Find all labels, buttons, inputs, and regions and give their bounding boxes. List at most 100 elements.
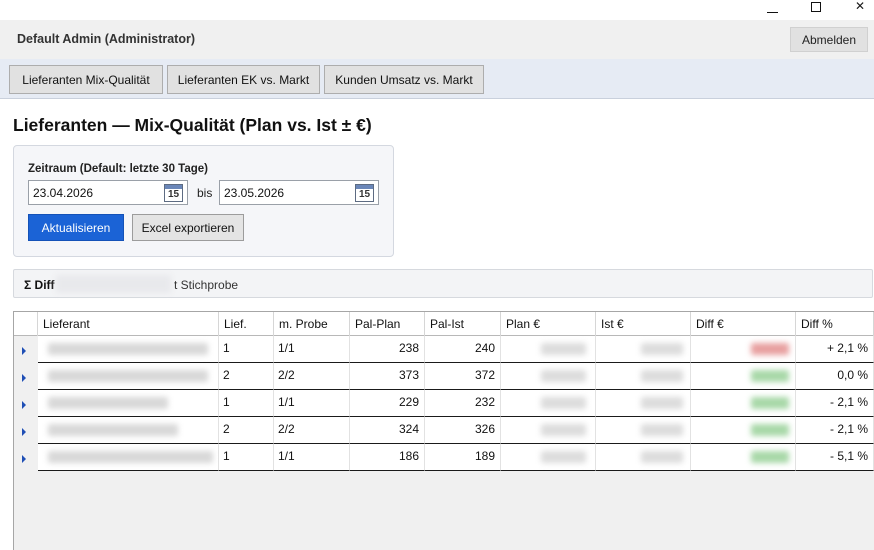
cell-diff-pct[interactable]: + 2,1 % (796, 336, 874, 363)
redacted-diff-value (751, 370, 789, 382)
to-date-value: 23.05.2026 (224, 186, 285, 200)
table-row[interactable]: 1 1/1 186 189 - 5,1 % (14, 444, 874, 471)
cell-plan-eur[interactable] (501, 444, 596, 471)
cell-lief[interactable]: 1 (219, 444, 274, 471)
cell-diff-pct[interactable]: - 2,1 % (796, 390, 874, 417)
row-header[interactable] (14, 444, 38, 471)
column-header-ist-eur[interactable]: Ist € (596, 312, 691, 336)
cell-diff-eur[interactable] (691, 336, 796, 363)
cell-pal-plan[interactable]: 229 (350, 390, 425, 417)
cell-diff-pct[interactable]: - 2,1 % (796, 417, 874, 444)
column-header-lief[interactable]: Lief. (219, 312, 274, 336)
redacted-supplier-name (48, 424, 178, 436)
cell-pal-ist[interactable]: 240 (425, 336, 501, 363)
cell-pal-plan[interactable]: 373 (350, 363, 425, 390)
cell-lieferant[interactable] (38, 336, 219, 363)
cell-ist-eur[interactable] (596, 444, 691, 471)
logout-button[interactable]: Abmelden (790, 27, 868, 52)
cell-pal-ist[interactable]: 372 (425, 363, 501, 390)
cell-lieferant[interactable] (38, 363, 219, 390)
cell-plan-eur[interactable] (501, 336, 596, 363)
cell-m-probe[interactable]: 2/2 (274, 363, 350, 390)
cell-plan-eur[interactable] (501, 363, 596, 390)
column-header-pal-plan[interactable]: Pal-Plan (350, 312, 425, 336)
maximize-button[interactable] (796, 0, 836, 20)
cell-ist-eur[interactable] (596, 390, 691, 417)
redacted-value (641, 397, 683, 409)
cell-diff-pct[interactable]: 0,0 % (796, 363, 874, 390)
from-date-picker[interactable]: 23.04.2026 15 (28, 180, 188, 205)
redacted-value (541, 397, 586, 409)
cell-m-probe[interactable]: 1/1 (274, 444, 350, 471)
close-icon: ✕ (854, 0, 866, 13)
row-header[interactable] (14, 336, 38, 363)
cell-lief[interactable]: 1 (219, 336, 274, 363)
row-header[interactable] (14, 417, 38, 444)
cell-diff-eur[interactable] (691, 417, 796, 444)
redacted-value (641, 343, 683, 355)
row-header[interactable] (14, 363, 38, 390)
cell-lief[interactable]: 2 (219, 363, 274, 390)
table-row[interactable]: 1 1/1 238 240 + 2,1 % (14, 336, 874, 363)
minimize-button[interactable] (752, 0, 792, 20)
row-indicator-icon (22, 347, 26, 355)
table-row[interactable]: 2 2/2 373 372 0,0 % (14, 363, 874, 390)
cell-pal-ist[interactable]: 189 (425, 444, 501, 471)
column-header-m-probe[interactable]: m. Probe (274, 312, 350, 336)
data-grid[interactable]: Lieferant Lief. m. Probe Pal-Plan Pal-Is… (13, 311, 874, 550)
cell-m-probe[interactable]: 2/2 (274, 417, 350, 444)
cell-ist-eur[interactable] (596, 336, 691, 363)
header-corner (14, 312, 38, 336)
table-row[interactable]: 2 2/2 324 326 - 2,1 % (14, 417, 874, 444)
current-user-label: Default Admin (Administrator) (17, 32, 196, 46)
summary-text: t Stichprobe (174, 278, 239, 292)
column-header-lieferant[interactable]: Lieferant (38, 312, 219, 336)
cell-plan-eur[interactable] (501, 390, 596, 417)
row-indicator-icon (22, 401, 26, 409)
cell-diff-eur[interactable] (691, 363, 796, 390)
redacted-value (641, 451, 683, 463)
tab-lieferanten-ek-vs-markt[interactable]: Lieferanten EK vs. Markt (167, 65, 320, 94)
cell-plan-eur[interactable] (501, 417, 596, 444)
cell-ist-eur[interactable] (596, 417, 691, 444)
column-header-plan-eur[interactable]: Plan € (501, 312, 596, 336)
cell-lieferant[interactable] (38, 390, 219, 417)
tab-lieferanten-mix-qualitaet[interactable]: Lieferanten Mix-Qualität (9, 65, 163, 94)
redacted-supplier-name (48, 343, 208, 355)
cell-lief[interactable]: 1 (219, 390, 274, 417)
table-row[interactable]: 1 1/1 229 232 - 2,1 % (14, 390, 874, 417)
calendar-icon[interactable]: 15 (164, 184, 183, 202)
cell-ist-eur[interactable] (596, 363, 691, 390)
redacted-diff-value (751, 424, 789, 436)
row-header[interactable] (14, 390, 38, 417)
summary-redacted (56, 275, 171, 293)
calendar-day: 15 (167, 189, 180, 200)
redacted-value (541, 451, 586, 463)
redacted-value (541, 370, 586, 382)
cell-diff-eur[interactable] (691, 390, 796, 417)
refresh-button[interactable]: Aktualisieren (28, 214, 124, 241)
cell-lief[interactable]: 2 (219, 417, 274, 444)
column-header-diff-eur[interactable]: Diff € (691, 312, 796, 336)
cell-pal-plan[interactable]: 186 (350, 444, 425, 471)
calendar-icon[interactable]: 15 (355, 184, 374, 202)
cell-diff-pct[interactable]: - 5,1 % (796, 444, 874, 471)
excel-export-button[interactable]: Excel exportieren (132, 214, 244, 241)
cell-pal-ist[interactable]: 232 (425, 390, 501, 417)
cell-lieferant[interactable] (38, 417, 219, 444)
to-date-picker[interactable]: 23.05.2026 15 (219, 180, 379, 205)
cell-pal-plan[interactable]: 238 (350, 336, 425, 363)
app-header: Default Admin (Administrator) (0, 20, 874, 59)
column-header-pal-ist[interactable]: Pal-Ist (425, 312, 501, 336)
tab-kunden-umsatz-vs-markt[interactable]: Kunden Umsatz vs. Markt (324, 65, 484, 94)
cell-pal-plan[interactable]: 324 (350, 417, 425, 444)
cell-m-probe[interactable]: 1/1 (274, 336, 350, 363)
cell-lieferant[interactable] (38, 444, 219, 471)
close-button[interactable]: ✕ (840, 0, 874, 20)
column-header-diff-pct[interactable]: Diff % (796, 312, 874, 336)
window-titlebar: ✕ (0, 0, 874, 20)
cell-m-probe[interactable]: 1/1 (274, 390, 350, 417)
cell-pal-ist[interactable]: 326 (425, 417, 501, 444)
redacted-value (641, 370, 683, 382)
cell-diff-eur[interactable] (691, 444, 796, 471)
